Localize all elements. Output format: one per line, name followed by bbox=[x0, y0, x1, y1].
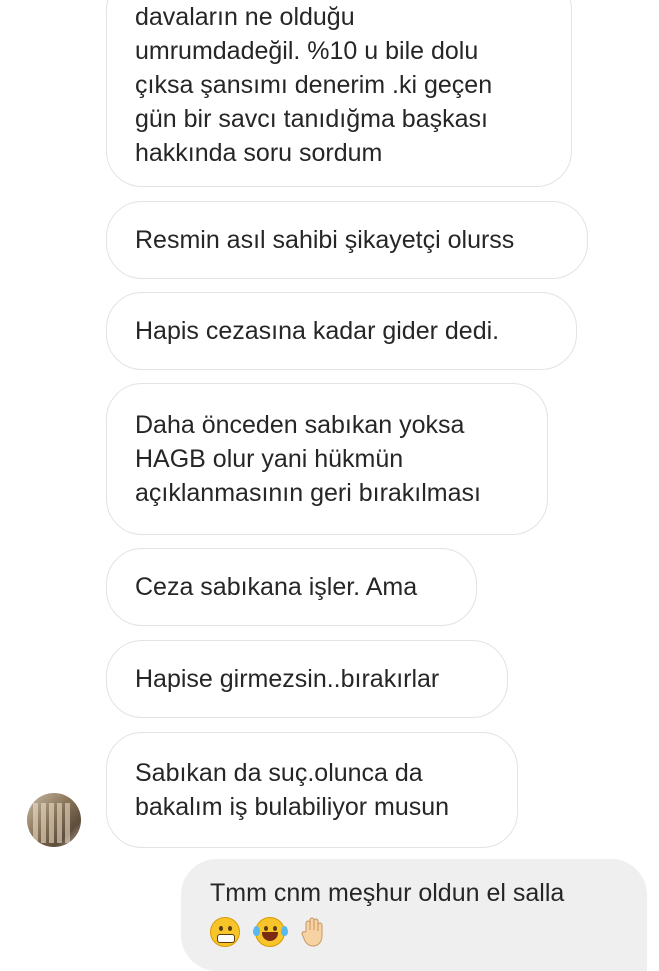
message-text-line: Ceza sabıkana işler. Ama bbox=[135, 573, 418, 601]
message-text-line: Hapise girmezsin..bırakırlar bbox=[135, 665, 440, 693]
message-text-line: çıksa şansımı denerim .ki geçen bbox=[135, 70, 493, 99]
sender-avatar[interactable] bbox=[27, 793, 81, 847]
message-bubble-received[interactable]: Hapis cezasına kadar gider dedi. bbox=[106, 292, 577, 370]
message-text-line: açıklanmasının geri bırakılması bbox=[135, 479, 481, 507]
message-text-line: umrumdadeğil. %10 u bile dolu bbox=[135, 36, 479, 65]
message-text-line: bakalım iş bulabiliyor musun bbox=[135, 793, 450, 821]
message-text-line: davaların ne olduğu bbox=[135, 2, 355, 31]
message-text-line: gün bir savcı tanıdığma başkası bbox=[135, 104, 488, 133]
message-bubble-received[interactable]: Hapise girmezsin..bırakırlar bbox=[106, 640, 508, 718]
message-bubble-received[interactable]: Sabıkan da suç.olunca da bakalım iş bula… bbox=[106, 732, 518, 848]
message-bubble-sent[interactable]: Tmm cnm meşhur oldun el salla bbox=[181, 859, 647, 971]
message-bubble-received[interactable]: davaların ne olduğu umrumdadeğil. %10 u … bbox=[106, 0, 572, 187]
message-bubble-received[interactable]: Daha önceden sabıkan yoksa HAGB olur yan… bbox=[106, 383, 548, 535]
message-bubble-received[interactable]: Ceza sabıkana işler. Ama bbox=[106, 548, 477, 626]
face-with-tears-of-joy-icon bbox=[252, 917, 288, 948]
message-text-line: Hapis cezasına kadar gider dedi. bbox=[135, 317, 500, 345]
emoji-row bbox=[210, 914, 618, 948]
message-text-line: Daha önceden sabıkan yoksa bbox=[135, 411, 465, 439]
message-bubble-received[interactable]: Resmin asıl sahibi şikayetçi olurss bbox=[106, 201, 588, 279]
message-text-line: HAGB olur yani hükmün bbox=[135, 445, 404, 473]
raised-hand-icon bbox=[300, 917, 326, 947]
grimacing-face-icon bbox=[210, 917, 240, 948]
message-text-line: Resmin asıl sahibi şikayetçi olurss bbox=[135, 226, 515, 254]
message-text-line: Tmm cnm meşhur oldun el salla bbox=[210, 879, 565, 907]
message-text-line: hakkında soru sordum bbox=[135, 138, 383, 167]
message-text-line: Sabıkan da suç.olunca da bbox=[135, 759, 423, 787]
